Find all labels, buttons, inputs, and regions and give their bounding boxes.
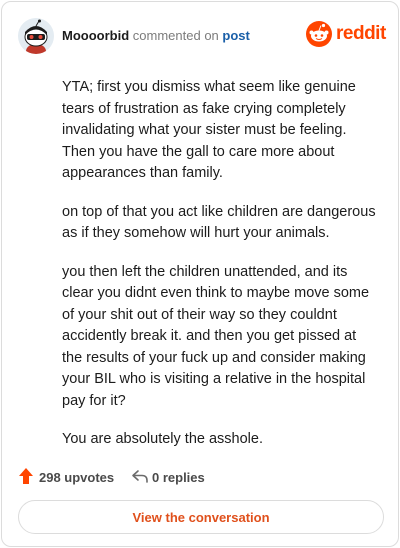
comment-header: Moooorbid commented on post reddit bbox=[18, 18, 386, 54]
view-conversation-button[interactable]: View the conversation bbox=[18, 500, 384, 534]
comment-paragraph: on top of that you act like children are… bbox=[62, 203, 376, 242]
reddit-brand[interactable]: reddit bbox=[306, 21, 386, 51]
reply-count: 0 replies bbox=[152, 470, 205, 485]
reply-arrow-icon[interactable] bbox=[131, 468, 149, 484]
snoo-avatar-icon bbox=[18, 18, 54, 54]
user-avatar[interactable] bbox=[18, 18, 54, 54]
comment-body: YTA; first you dismiss what seem like ge… bbox=[62, 77, 380, 468]
reddit-wordmark: reddit bbox=[336, 23, 386, 44]
upvote-count: 298 upvotes bbox=[39, 470, 115, 485]
username[interactable]: Moooorbid bbox=[62, 28, 129, 43]
comment-paragraph: You are absolutely the asshole. bbox=[62, 431, 263, 447]
comment-byline: Moooorbid commented on post bbox=[62, 28, 250, 44]
comment-paragraph: YTA; first you dismiss what seem like ge… bbox=[62, 79, 356, 181]
upvote-arrow-icon[interactable] bbox=[18, 467, 34, 485]
comment-action-text: commented on bbox=[132, 28, 219, 43]
comment-paragraph: you then left the children unattended, a… bbox=[62, 263, 370, 409]
reddit-logo-icon bbox=[306, 21, 332, 47]
post-link[interactable]: post bbox=[222, 28, 249, 43]
comment-card: Moooorbid commented on post reddit YTA; … bbox=[1, 1, 399, 547]
comment-footer: 298 upvotes 0 replies bbox=[18, 466, 382, 490]
